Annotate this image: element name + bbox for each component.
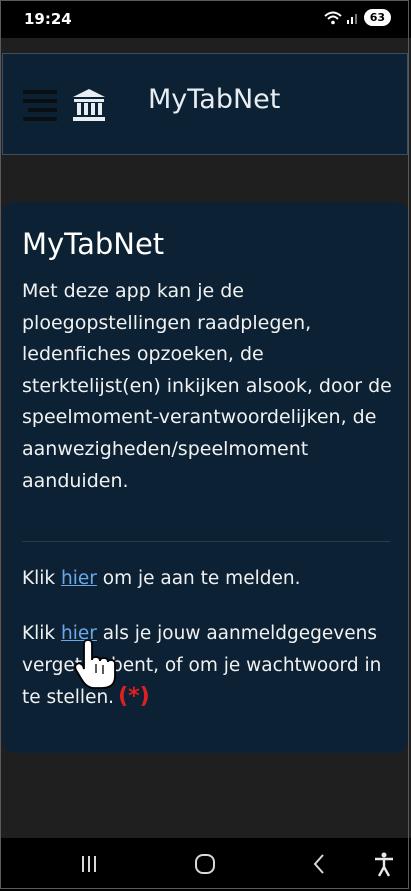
login-link[interactable]: hier	[61, 568, 97, 589]
signal-icon	[346, 13, 357, 24]
app-header: MyTabNet	[2, 53, 408, 155]
system-nav-bar	[0, 838, 411, 891]
footnote-marker: (*)	[118, 684, 150, 709]
wifi-icon	[324, 11, 342, 24]
app-title: MyTabNet	[148, 84, 281, 115]
login-text: Klik hier om je aan te melden.	[22, 568, 301, 589]
home-icon[interactable]	[190, 850, 220, 878]
battery-icon: 63	[363, 9, 391, 26]
card-description: Met deze app kan je de ploegopstellingen…	[22, 280, 392, 492]
hand-pointer-icon	[74, 639, 118, 690]
back-icon[interactable]	[304, 850, 334, 878]
bank-icon	[71, 87, 107, 123]
recent-apps-icon[interactable]	[74, 850, 104, 878]
status-bar: 19:24 63	[0, 0, 411, 38]
status-icons: 63	[324, 9, 391, 26]
hamburger-menu-icon[interactable]	[23, 90, 57, 122]
info-card: MyTabNet Met deze app kan je de ploegops…	[2, 202, 408, 753]
accessibility-icon[interactable]	[369, 850, 399, 878]
status-time: 19:24	[24, 10, 72, 28]
divider	[22, 541, 390, 542]
card-title: MyTabNet	[22, 227, 165, 261]
